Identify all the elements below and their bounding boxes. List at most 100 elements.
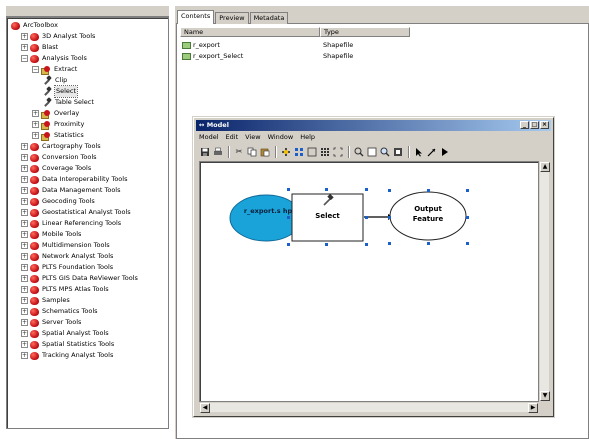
collapse-icon[interactable]: − — [32, 66, 39, 73]
expand-icon[interactable]: + — [21, 209, 28, 216]
tree-item-toolbox[interactable]: + Geocoding Tools — [21, 196, 95, 207]
tree-item-toolbox[interactable]: + Coverage Tools — [21, 163, 91, 174]
tree-item-toolbox[interactable]: + Spatial Analyst Tools — [21, 328, 109, 339]
expand-icon[interactable]: + — [21, 352, 28, 359]
cut-icon[interactable]: ✂ — [233, 146, 245, 158]
scroll-down-arrow[interactable]: ▼ — [540, 391, 550, 401]
menu-model[interactable]: Model — [197, 132, 224, 142]
tree-item-toolset[interactable]: + Proximity — [32, 119, 84, 130]
column-header-name[interactable]: Name — [180, 27, 320, 37]
auto-layout-icon[interactable] — [293, 146, 305, 158]
tree-item-toolbox[interactable]: + PLTS Foundation Tools — [21, 262, 113, 273]
expand-icon[interactable]: + — [21, 231, 28, 238]
expand-icon[interactable]: + — [32, 110, 39, 117]
arctoolbox-tree[interactable]: ArcToolbox +3D Analyst Tools + Blast − Analy… — [6, 17, 169, 429]
scroll-left-arrow[interactable]: ◀ — [200, 403, 210, 413]
expand-icon[interactable]: + — [21, 154, 28, 161]
tree-item-toolset[interactable]: − Extract — [32, 64, 77, 75]
tree-item-toolbox[interactable]: + PLTS MPS Atlas Tools — [21, 284, 109, 295]
tree-item-tool[interactable]: Clip — [43, 75, 67, 86]
table-row[interactable]: r_export_Select Shapefile — [182, 51, 353, 61]
tree-item-toolset[interactable]: + Overlay — [32, 108, 79, 119]
grid-icon[interactable] — [319, 146, 331, 158]
expand-icon[interactable]: + — [21, 264, 28, 271]
paste-icon[interactable] — [259, 146, 271, 158]
expand-icon[interactable]: + — [21, 330, 28, 337]
tree-item-toolbox[interactable]: + Geostatistical Analyst Tools — [21, 207, 131, 218]
menu-view[interactable]: View — [243, 132, 265, 142]
expand-icon[interactable]: + — [21, 242, 28, 249]
expand-icon[interactable]: + — [21, 44, 28, 51]
tree-item-toolbox[interactable]: +3D Analyst Tools — [21, 31, 95, 42]
tree-item-toolset[interactable]: + Statistics — [32, 130, 84, 141]
menu-edit[interactable]: Edit — [224, 132, 244, 142]
expand-icon[interactable]: + — [21, 341, 28, 348]
expand-icon[interactable]: + — [32, 121, 39, 128]
connect-icon[interactable] — [426, 146, 438, 158]
model-titlebar[interactable]: ↔ Model _ □ × — [196, 120, 551, 131]
select-elements-icon[interactable] — [392, 146, 404, 158]
zoom-in-icon[interactable] — [353, 146, 365, 158]
add-data-icon[interactable] — [280, 146, 292, 158]
tree-item-toolbox[interactable]: + Cartography Tools — [21, 141, 101, 152]
menu-window[interactable]: Window — [266, 132, 299, 142]
tree-item-tool[interactable]: Table Select — [43, 97, 94, 108]
expand-icon[interactable]: + — [21, 143, 28, 150]
tree-item-toolbox[interactable]: + Schematics Tools — [21, 306, 98, 317]
expand-icon[interactable]: + — [21, 220, 28, 227]
print-icon[interactable] — [212, 146, 224, 158]
tree-item-toolbox[interactable]: + Multidimension Tools — [21, 240, 110, 251]
tree-item-toolbox[interactable]: + Data Interoperability Tools — [21, 174, 127, 185]
tree-item-toolbox[interactable]: + Conversion Tools — [21, 152, 97, 163]
expand-icon[interactable]: + — [21, 297, 28, 304]
run-icon[interactable] — [439, 146, 451, 158]
scroll-up-arrow[interactable]: ▲ — [540, 162, 550, 172]
tab-metadata[interactable]: Metadata — [249, 12, 289, 24]
tab-contents[interactable]: Contents — [177, 10, 215, 24]
save-icon[interactable] — [199, 146, 211, 158]
model-canvas[interactable]: r_export.s hp Select Output Feature — [199, 161, 539, 402]
copy-icon[interactable] — [246, 146, 258, 158]
tab-preview[interactable]: Preview — [215, 12, 249, 24]
maximize-button[interactable]: □ — [530, 121, 539, 129]
select-icon[interactable] — [413, 146, 425, 158]
vertical-scrollbar[interactable]: ▲ ▼ — [539, 161, 550, 402]
expand-icon[interactable]: + — [21, 33, 28, 40]
tree-item-toolbox[interactable]: + Linear Referencing Tools — [21, 218, 121, 229]
tree-item-toolbox[interactable]: + Server Tools — [21, 317, 81, 328]
tree-item-toolbox[interactable]: + Tracking Analyst Tools — [21, 350, 113, 361]
model-window[interactable]: ↔ Model _ □ × Model Edit View Window Hel… — [193, 117, 554, 417]
size-grip[interactable] — [539, 402, 550, 413]
expand-icon[interactable]: + — [21, 187, 28, 194]
expand-icon[interactable]: + — [21, 198, 28, 205]
tree-root[interactable]: ArcToolbox — [11, 20, 58, 31]
tree-item-toolbox[interactable]: − Analysis Tools — [21, 53, 87, 64]
expand-icon[interactable]: + — [21, 165, 28, 172]
tree-item-toolbox[interactable]: + Network Analyst Tools — [21, 251, 113, 262]
tree-item-toolbox[interactable]: + Blast — [21, 42, 58, 53]
scroll-right-arrow[interactable]: ▶ — [528, 403, 538, 413]
expand-icon[interactable]: + — [21, 253, 28, 260]
tree-item-tool[interactable]: Select — [43, 85, 79, 98]
table-row[interactable]: r_export Shapefile — [182, 40, 353, 50]
minimize-button[interactable]: _ — [520, 121, 529, 129]
close-button[interactable]: × — [540, 121, 549, 129]
expand-icon[interactable]: + — [21, 286, 28, 293]
expand-icon[interactable]: + — [21, 319, 28, 326]
expand-icon[interactable]: + — [21, 308, 28, 315]
tree-item-toolbox[interactable]: + PLTS GIS Data ReViewer Tools — [21, 273, 138, 284]
tree-item-toolbox[interactable]: + Samples — [21, 295, 70, 306]
pan-icon[interactable] — [379, 146, 391, 158]
zoom-out-icon[interactable] — [366, 146, 378, 158]
horizontal-scrollbar[interactable]: ◀ ▶ — [199, 402, 539, 413]
full-extent-icon[interactable] — [306, 146, 318, 158]
tree-item-toolbox[interactable]: + Data Management Tools — [21, 185, 120, 196]
expand-icon[interactable]: + — [21, 275, 28, 282]
menu-help[interactable]: Help — [298, 132, 320, 142]
tree-item-toolbox[interactable]: + Spatial Statistics Tools — [21, 339, 114, 350]
expand-icon[interactable]: + — [32, 132, 39, 139]
tree-item-toolbox[interactable]: + Mobile Tools — [21, 229, 81, 240]
column-header-type[interactable]: Type — [320, 27, 410, 37]
collapse-icon[interactable]: − — [21, 55, 28, 62]
fixed-zoom-icon[interactable] — [332, 146, 344, 158]
